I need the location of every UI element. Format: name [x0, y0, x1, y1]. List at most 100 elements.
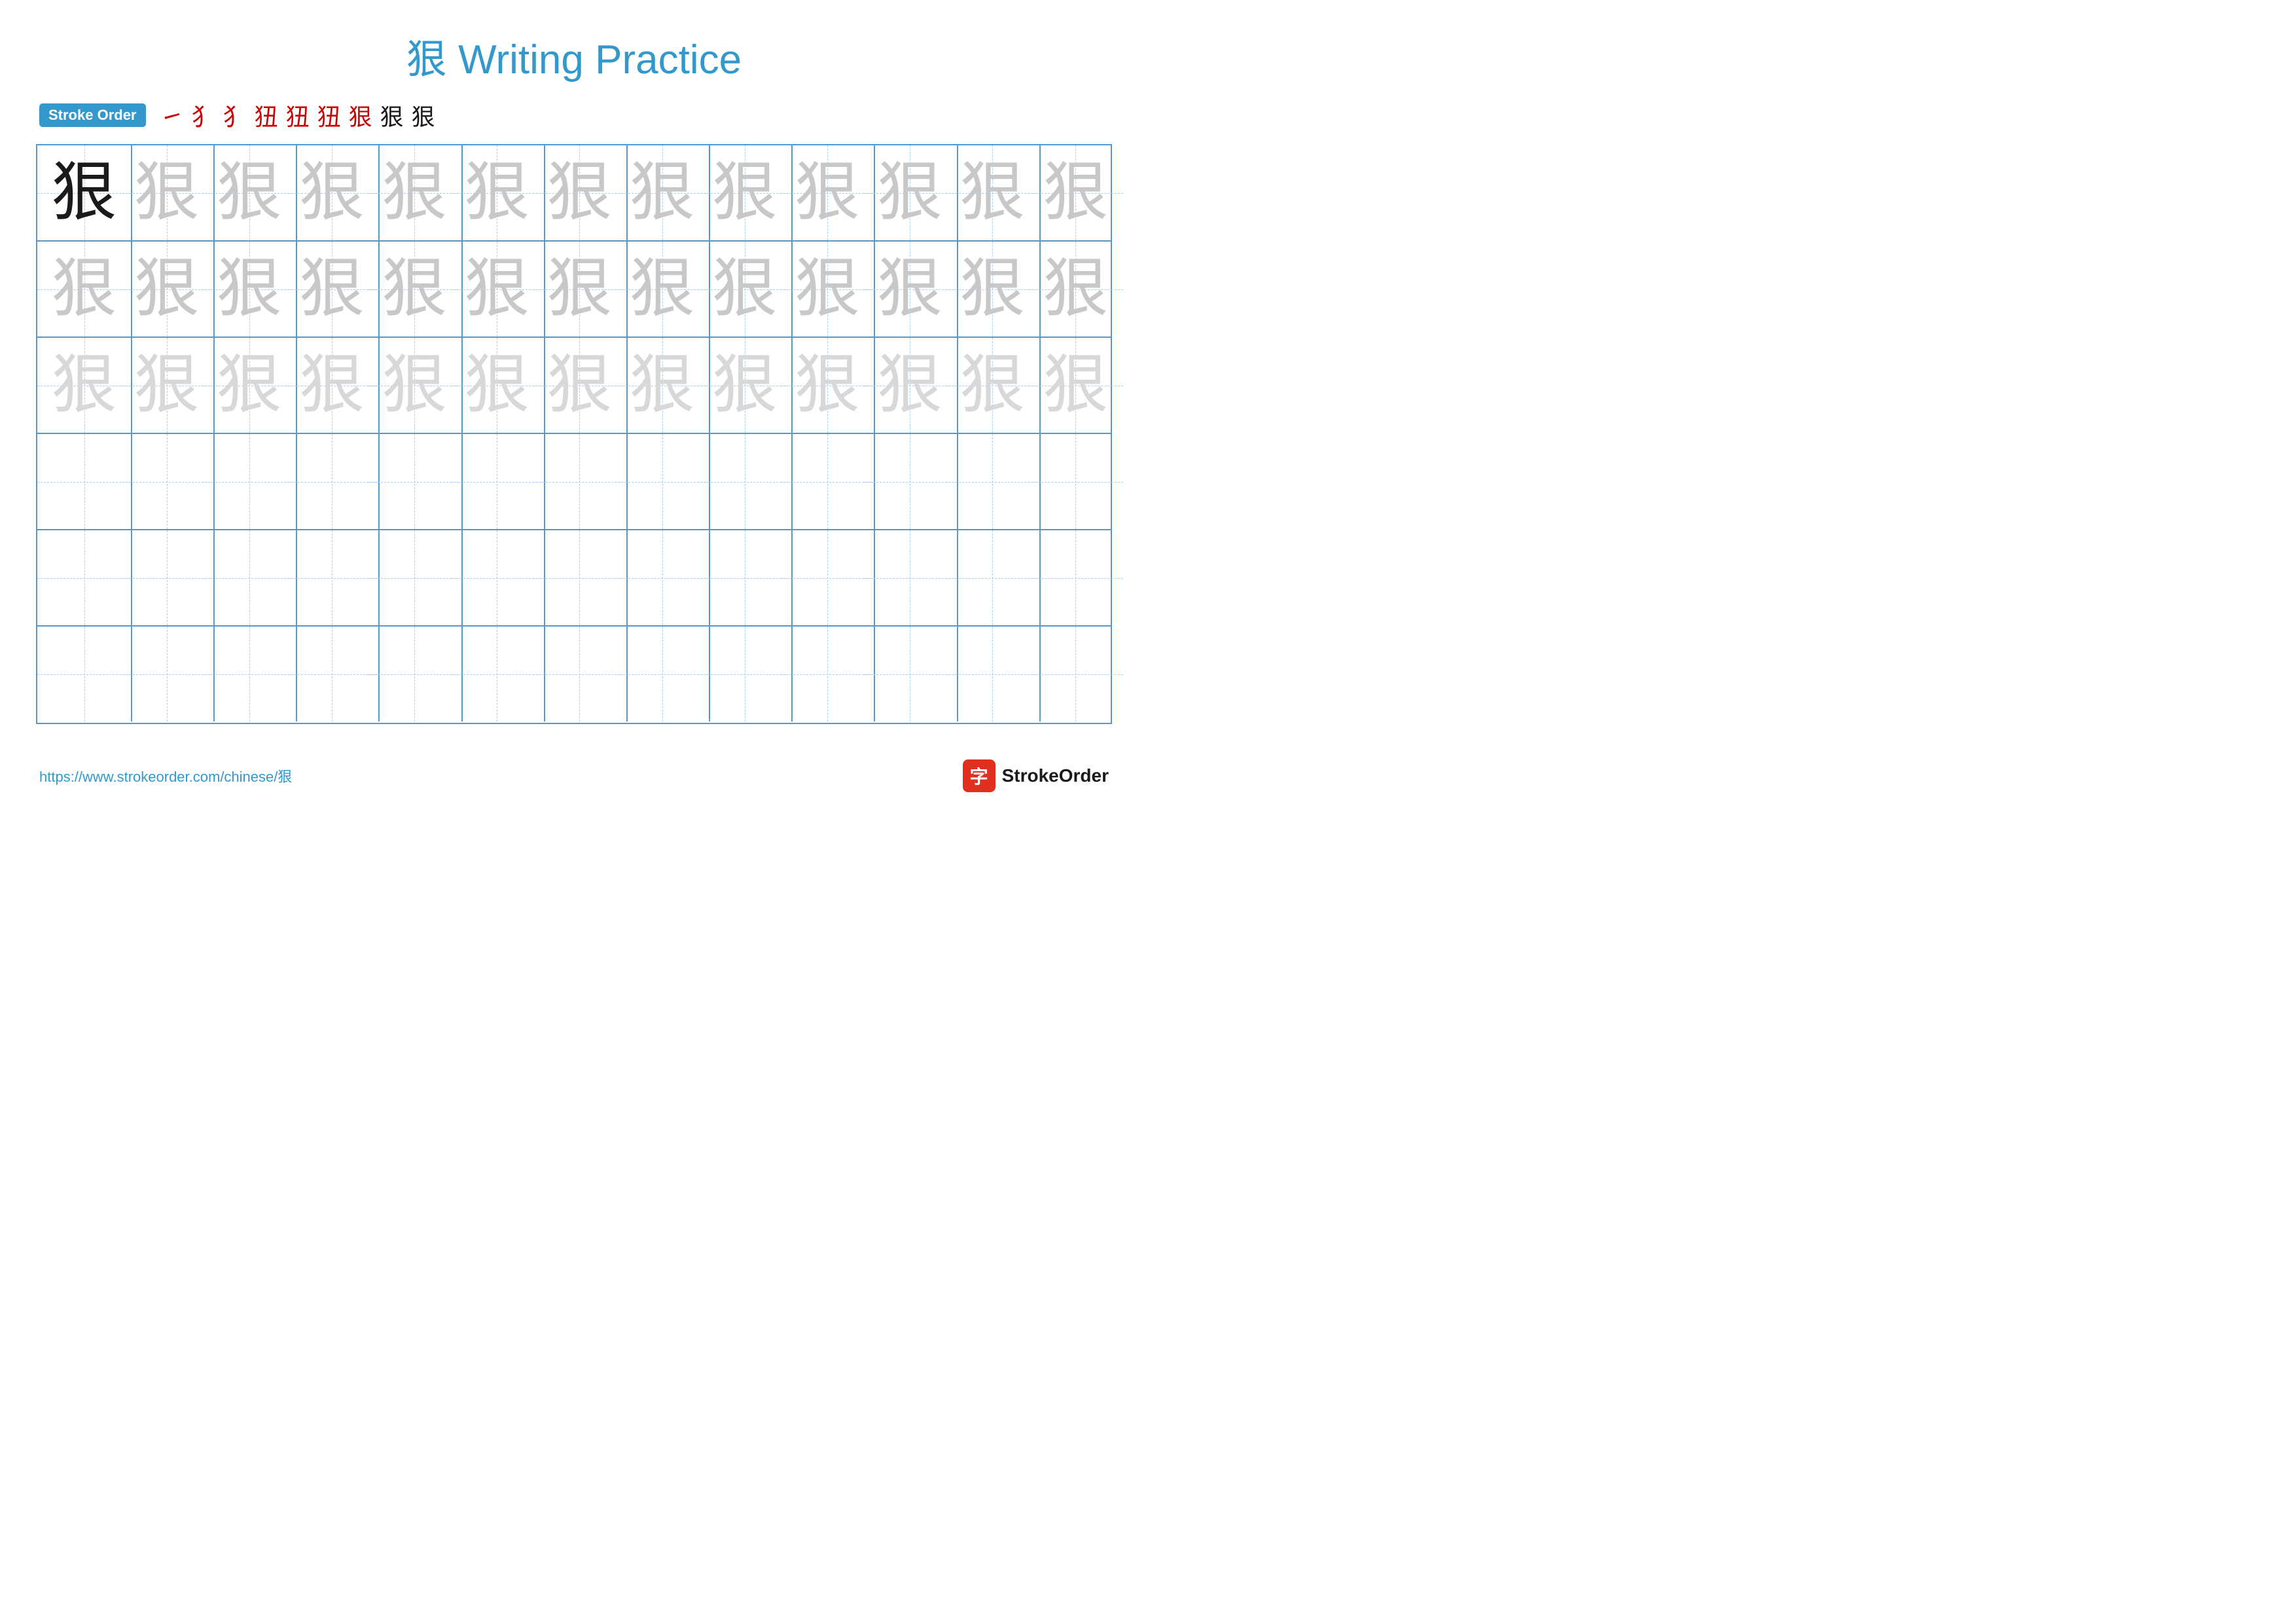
- grid-cell-4-12[interactable]: [1028, 530, 1123, 625]
- grid-cell-3-0[interactable]: [37, 434, 132, 529]
- grid-cell-3-11[interactable]: [946, 434, 1041, 529]
- grid-cell-3-8[interactable]: [698, 434, 793, 529]
- grid-cell-3-10[interactable]: [863, 434, 958, 529]
- grid-cell-1-11: 狠: [946, 242, 1041, 337]
- stroke-step-7: 狠: [346, 98, 375, 132]
- grid-cell-4-11[interactable]: [946, 530, 1041, 625]
- grid-cell-5-2[interactable]: [202, 627, 297, 721]
- grid-cell-5-9[interactable]: [780, 627, 875, 721]
- cell-character: 狠: [630, 353, 695, 418]
- grid-cell-4-5[interactable]: [450, 530, 545, 625]
- cell-character: 狠: [1043, 160, 1108, 226]
- cell-character: 狠: [52, 353, 117, 418]
- grid-cell-5-3[interactable]: [285, 627, 380, 721]
- grid-cell-5-8[interactable]: [698, 627, 793, 721]
- footer: https://www.strokeorder.com/chinese/狠 字 …: [0, 759, 1148, 792]
- stroke-step-6: 狃: [315, 98, 344, 132]
- grid-cell-5-10[interactable]: [863, 627, 958, 721]
- brand-logo: 字 StrokeOrder: [963, 759, 1109, 792]
- cell-character: 狠: [877, 160, 942, 226]
- grid-cell-3-5[interactable]: [450, 434, 545, 529]
- grid-cell-5-6[interactable]: [533, 627, 628, 721]
- grid-cell-4-4[interactable]: [368, 530, 463, 625]
- stroke-order-badge: Stroke Order: [39, 103, 146, 127]
- cell-character: 狠: [795, 353, 860, 418]
- grid-cell-3-1[interactable]: [120, 434, 215, 529]
- grid-cell-0-10: 狠: [863, 145, 958, 240]
- cell-character: 狠: [217, 353, 282, 418]
- cell-character: 狠: [547, 257, 612, 322]
- cell-character: 狠: [382, 353, 447, 418]
- grid-cell-5-1[interactable]: [120, 627, 215, 721]
- stroke-step-3: 犭: [221, 98, 249, 132]
- grid-cell-3-2[interactable]: [202, 434, 297, 529]
- grid-cell-5-12[interactable]: [1028, 627, 1123, 721]
- grid-row-3[interactable]: [37, 434, 1111, 530]
- cell-character: 狠: [795, 160, 860, 226]
- cell-character: 狠: [712, 353, 778, 418]
- grid-cell-0-0: 狠: [37, 145, 132, 240]
- cell-character: 狠: [712, 160, 778, 226]
- grid-cell-4-7[interactable]: [615, 530, 710, 625]
- grid-cell-0-1: 狠: [120, 145, 215, 240]
- brand-icon: 字: [963, 759, 996, 792]
- cell-character: 狠: [217, 160, 282, 226]
- cell-character: 狠: [547, 353, 612, 418]
- stroke-step-9: 狠: [409, 98, 438, 132]
- grid-cell-4-2[interactable]: [202, 530, 297, 625]
- grid-cell-0-6: 狠: [533, 145, 628, 240]
- stroke-step-5: 狃: [283, 98, 312, 132]
- stroke-step-4: 狃: [252, 98, 281, 132]
- grid-cell-3-3[interactable]: [285, 434, 380, 529]
- cell-character: 狠: [795, 257, 860, 322]
- grid-cell-0-5: 狠: [450, 145, 545, 240]
- stroke-step-2: 犭: [189, 98, 218, 132]
- grid-cell-3-9[interactable]: [780, 434, 875, 529]
- grid-cell-4-9[interactable]: [780, 530, 875, 625]
- grid-cell-0-11: 狠: [946, 145, 1041, 240]
- grid-cell-2-2: 狠: [202, 338, 297, 433]
- footer-url[interactable]: https://www.strokeorder.com/chinese/狠: [39, 765, 292, 786]
- grid-cell-4-6[interactable]: [533, 530, 628, 625]
- grid-cell-5-4[interactable]: [368, 627, 463, 721]
- title-area: 狠 Writing Practice: [0, 0, 1148, 85]
- grid-cell-5-0[interactable]: [37, 627, 132, 721]
- grid-row-4[interactable]: [37, 530, 1111, 627]
- stroke-steps: ㇀ 犭 犭 狃 狃 狃 狠 狠 狠: [158, 98, 438, 132]
- grid-cell-4-3[interactable]: [285, 530, 380, 625]
- grid-cell-4-1[interactable]: [120, 530, 215, 625]
- stroke-step-8: 狠: [378, 98, 406, 132]
- grid-cell-1-6: 狠: [533, 242, 628, 337]
- cell-character: 狠: [52, 257, 117, 322]
- cell-character: 狠: [960, 257, 1025, 322]
- cell-character: 狠: [134, 257, 200, 322]
- cell-character: 狠: [217, 257, 282, 322]
- grid-cell-3-4[interactable]: [368, 434, 463, 529]
- grid-cell-2-7: 狠: [615, 338, 710, 433]
- grid-cell-3-7[interactable]: [615, 434, 710, 529]
- grid-cell-3-12[interactable]: [1028, 434, 1123, 529]
- cell-character: 狠: [134, 160, 200, 226]
- grid-cell-1-10: 狠: [863, 242, 958, 337]
- grid-cell-2-12: 狠: [1028, 338, 1123, 433]
- grid-cell-2-10: 狠: [863, 338, 958, 433]
- cell-character: 狠: [52, 160, 117, 226]
- grid-cell-5-7[interactable]: [615, 627, 710, 721]
- grid-cell-4-0[interactable]: [37, 530, 132, 625]
- grid-cell-4-8[interactable]: [698, 530, 793, 625]
- cell-character: 狠: [464, 353, 529, 418]
- cell-character: 狠: [1043, 257, 1108, 322]
- grid-cell-4-10[interactable]: [863, 530, 958, 625]
- grid-cell-1-8: 狠: [698, 242, 793, 337]
- cell-character: 狠: [464, 257, 529, 322]
- grid-cell-0-4: 狠: [368, 145, 463, 240]
- cell-character: 狠: [877, 257, 942, 322]
- grid-cell-5-5[interactable]: [450, 627, 545, 721]
- cell-character: 狠: [630, 257, 695, 322]
- grid-cell-3-6[interactable]: [533, 434, 628, 529]
- grid-cell-1-1: 狠: [120, 242, 215, 337]
- grid-cell-5-11[interactable]: [946, 627, 1041, 721]
- grid-cell-2-9: 狠: [780, 338, 875, 433]
- cell-character: 狠: [712, 257, 778, 322]
- grid-row-5[interactable]: [37, 627, 1111, 723]
